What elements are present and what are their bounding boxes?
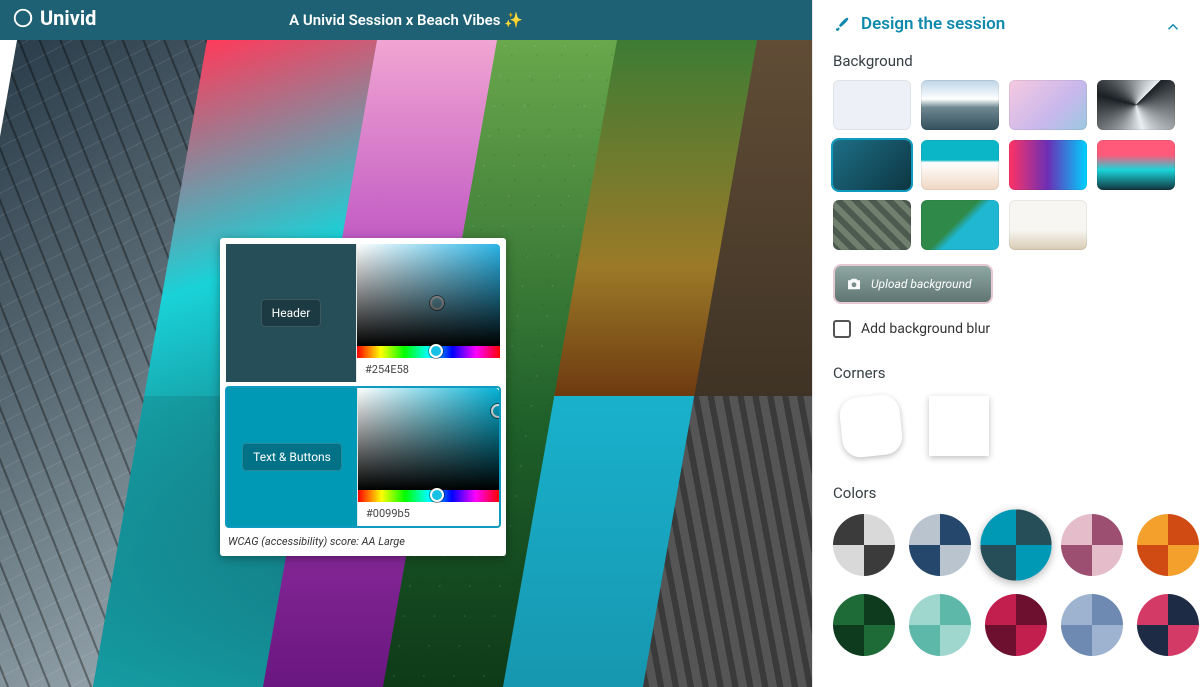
hue-handle[interactable] — [429, 344, 443, 358]
brand-name: Univid — [40, 6, 96, 30]
brush-icon — [833, 15, 851, 33]
chevron-up-icon[interactable] — [1164, 18, 1182, 36]
hue-handle[interactable] — [430, 488, 444, 502]
color-palette[interactable] — [985, 594, 1047, 656]
corners-rounded-option[interactable] — [838, 393, 904, 459]
upload-background-label: Upload background — [871, 277, 972, 291]
textbuttons-hex-value[interactable]: #0099b5 — [358, 502, 499, 526]
color-palette[interactable] — [909, 514, 971, 576]
colors-section-title: Colors — [813, 476, 1200, 508]
session-title: A Univid Session x Beach Vibes ✨ — [289, 11, 523, 29]
wcag-score: WCAG (accessibility) score: AA Large — [222, 531, 504, 552]
camera-icon — [845, 275, 863, 293]
color-palette[interactable] — [980, 509, 1051, 580]
background-thumb[interactable] — [921, 140, 999, 190]
corners-options — [813, 388, 1200, 476]
background-blur-checkbox[interactable]: Add background blur — [813, 316, 1200, 356]
background-thumb[interactable] — [833, 80, 911, 130]
color-picker-panel: Header #254E58 Text & Buttons — [220, 238, 506, 556]
color-palette[interactable] — [833, 594, 895, 656]
background-thumb[interactable] — [921, 200, 999, 250]
header-swatch-label: Header — [261, 299, 322, 327]
color-palettes — [813, 508, 1200, 676]
upload-background-button[interactable]: Upload background — [833, 264, 993, 304]
header-hex-value[interactable]: #254E58 — [357, 358, 500, 382]
color-palette[interactable] — [1061, 594, 1123, 656]
saturation-field[interactable] — [357, 244, 500, 346]
color-palette[interactable] — [833, 514, 895, 576]
background-thumb[interactable] — [1009, 200, 1087, 250]
background-blur-label: Add background blur — [861, 321, 990, 337]
background-thumb[interactable] — [1009, 80, 1087, 130]
saturation-cursor[interactable] — [491, 404, 499, 418]
background-section-title: Background — [813, 44, 1200, 76]
hue-slider[interactable] — [358, 490, 499, 502]
saturation-cursor[interactable] — [430, 296, 444, 310]
background-thumb[interactable] — [1097, 80, 1175, 130]
color-palette[interactable] — [1137, 514, 1199, 576]
color-palette[interactable] — [909, 594, 971, 656]
background-thumb[interactable] — [833, 200, 911, 250]
corners-section-title: Corners — [813, 356, 1200, 388]
saturation-field[interactable] — [358, 388, 499, 490]
corners-square-option[interactable] — [929, 396, 989, 456]
design-panel-title: Design the session — [861, 14, 1005, 34]
background-thumb[interactable] — [921, 80, 999, 130]
color-palette[interactable] — [1137, 594, 1199, 656]
design-panel: Design the session Background Upload bac… — [812, 0, 1200, 687]
color-palette[interactable] — [1061, 514, 1123, 576]
background-thumbnails — [813, 76, 1200, 260]
brand-logo: Univid — [12, 6, 96, 30]
background-thumb[interactable] — [833, 140, 911, 190]
brand-icon — [12, 7, 34, 29]
text-buttons-color-picker[interactable]: Text & Buttons #0099b5 — [225, 386, 501, 528]
design-panel-header[interactable]: Design the session — [813, 0, 1200, 44]
app-header: Univid A Univid Session x Beach Vibes ✨ — [0, 0, 812, 40]
header-color-picker[interactable]: Header #254E58 — [225, 243, 501, 383]
hue-slider[interactable] — [357, 346, 500, 358]
background-thumb[interactable] — [1097, 140, 1175, 190]
textbuttons-swatch-label: Text & Buttons — [242, 443, 342, 471]
checkbox-box — [833, 320, 851, 338]
preview-stage: Header #254E58 Text & Buttons — [0, 40, 812, 687]
background-thumb[interactable] — [1009, 140, 1087, 190]
